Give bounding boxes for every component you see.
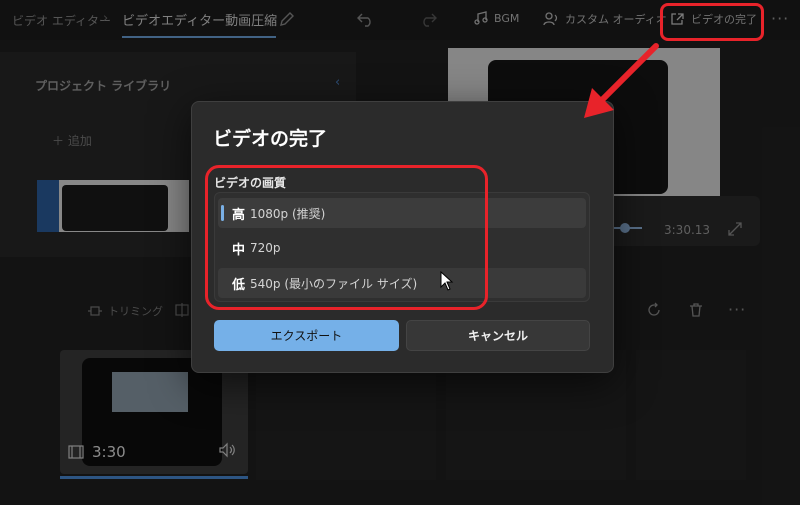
export-button[interactable]: エクスポート (214, 320, 399, 351)
cancel-button[interactable]: キャンセル (406, 320, 590, 351)
dialog-title: ビデオの完了 (213, 128, 328, 150)
annotation-arrow (584, 43, 659, 118)
mouse-cursor-icon (440, 271, 454, 291)
annotation-highlight-finish (660, 3, 764, 41)
